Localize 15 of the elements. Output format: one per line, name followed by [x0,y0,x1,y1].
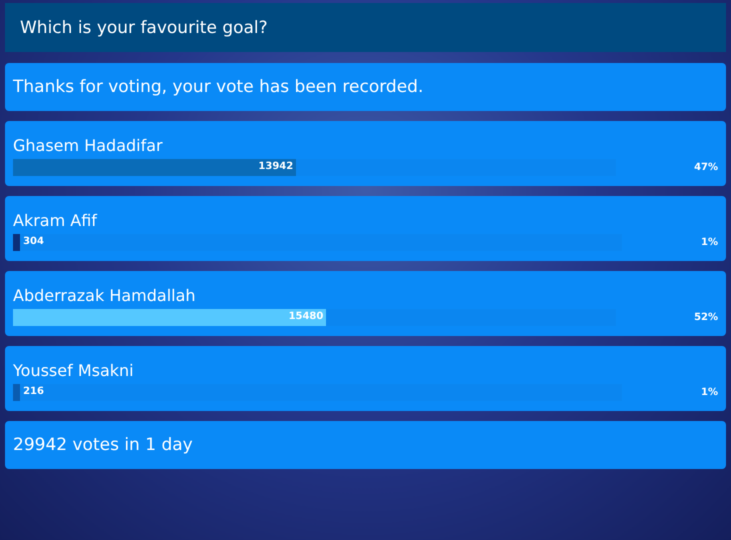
vote-count: 13942 [258,161,294,172]
vote-percentage: 47% [694,162,718,173]
vote-percentage: 52% [694,312,718,323]
vote-confirmation: Thanks for voting, your vote has been recorded. [5,63,726,111]
option-name: Youssef Msakni [13,360,135,382]
vote-percentage: 1% [701,237,718,248]
vote-summary: 29942 votes in 1 day [5,421,726,469]
option-name: Abderrazak Hamdallah [13,285,197,307]
option-name: Akram Afif [13,210,98,232]
vote-percentage: 1% [701,387,718,398]
poll-question: Which is your favourite goal? [20,18,268,38]
option-name: Ghasem Hadadifar [13,135,164,157]
vote-count: 15480 [288,311,324,322]
vote-count: 304 [23,236,44,247]
vote-count: 216 [23,386,44,397]
